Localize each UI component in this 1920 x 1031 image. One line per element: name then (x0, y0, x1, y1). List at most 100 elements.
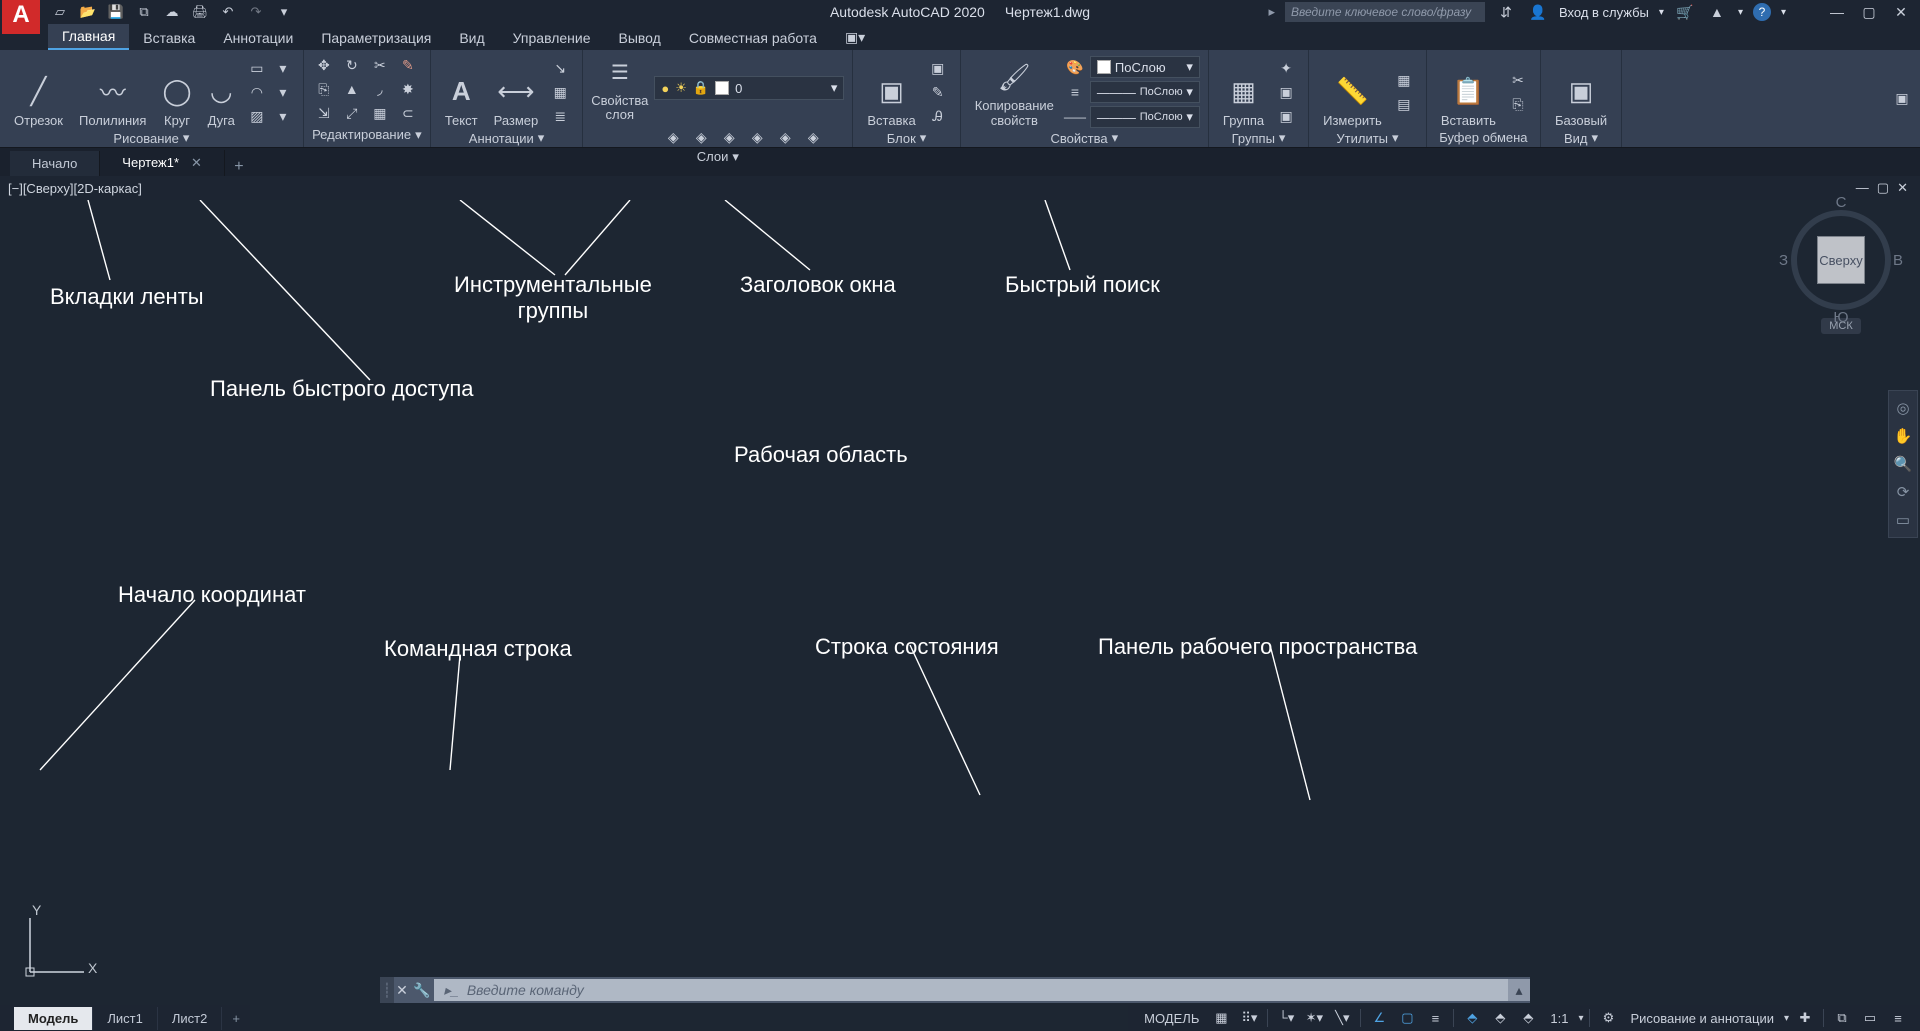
array-icon[interactable]: ▦ (368, 102, 392, 124)
panel-props-label[interactable]: Свойства (1050, 131, 1107, 146)
cmd-grip-icon[interactable]: ┊ (380, 977, 394, 1003)
vp-restore-icon[interactable]: ▢ (1877, 180, 1889, 196)
vp-close-icon[interactable]: ✕ (1897, 180, 1908, 196)
group-edit-icon[interactable]: ▣ (1274, 81, 1298, 103)
panel-modify-label[interactable]: Редактирование (312, 127, 411, 142)
paste-button[interactable]: 📋Вставить (1435, 54, 1502, 130)
expand-icon[interactable]: ▾ (1592, 130, 1599, 146)
tab-home[interactable]: Главная (48, 24, 129, 50)
dim-button[interactable]: ⟷Размер (488, 54, 545, 130)
tab-close-icon[interactable]: ✕ (191, 155, 202, 170)
cut-icon[interactable]: ✂ (1506, 69, 1530, 91)
qat-dropdown-icon[interactable]: ▾ (274, 2, 294, 22)
trim-icon[interactable]: ✂ (368, 54, 392, 76)
ungroup-icon[interactable]: ✦ (1274, 57, 1298, 79)
viewcube-w[interactable]: З (1779, 252, 1788, 269)
d1-dropdown[interactable]: ▾ (271, 57, 295, 79)
stretch-icon[interactable]: ⇲ (312, 102, 336, 124)
layer-tool-icon[interactable]: ◈ (773, 127, 797, 149)
group-select-icon[interactable]: ▣ (1274, 105, 1298, 127)
minimize-icon[interactable]: — (1826, 1, 1848, 23)
tab-view[interactable]: Вид (445, 26, 498, 50)
circle-button[interactable]: ◯Круг (156, 54, 197, 130)
ortho-icon[interactable]: └▾ (1274, 1007, 1298, 1029)
panel-annotate-label[interactable]: Аннотации (469, 131, 534, 146)
open-icon[interactable]: 📂 (78, 2, 98, 22)
group-button[interactable]: ▦Группа (1217, 54, 1270, 130)
copy-clip-icon[interactable]: ⎘ (1506, 93, 1530, 115)
viewport-label[interactable]: [−][Сверху][2D-каркас] (8, 181, 142, 196)
app-store-icon[interactable]: ▲ (1706, 1, 1728, 23)
panel-groups-label[interactable]: Группы (1232, 131, 1275, 146)
user-icon[interactable]: 👤 (1527, 1, 1549, 23)
connect-icon[interactable]: ⇵ (1495, 1, 1517, 23)
color-dropdown[interactable]: ПоСлою▾ (1090, 56, 1200, 78)
tab-featured-icon[interactable]: ▣▾ (831, 25, 879, 50)
annovisibility-icon[interactable]: ⬘ (1488, 1007, 1512, 1029)
erase-icon[interactable]: ✎ (396, 54, 420, 76)
expand-icon[interactable]: ▾ (183, 130, 190, 146)
mtext-icon[interactable]: ≣ (548, 105, 572, 127)
layer-tool-icon[interactable]: ◈ (801, 127, 825, 149)
line-button[interactable]: ╱Отрезок (8, 54, 69, 130)
annoscale-icon[interactable]: ⬘ (1460, 1007, 1484, 1029)
layout-add-button[interactable]: + (222, 1007, 250, 1030)
cart-icon[interactable]: 🛒 (1674, 1, 1696, 23)
cmd-wrench-icon[interactable]: 🔧 (410, 982, 434, 999)
saveas-icon[interactable]: ⧉ (134, 2, 154, 22)
explode-icon[interactable]: ✸ (396, 78, 420, 100)
search-input[interactable]: Введите ключевое слово/фразу (1285, 2, 1485, 22)
mirror-icon[interactable]: ▲ (340, 78, 364, 100)
cmd-close-icon[interactable]: ✕ (394, 982, 410, 999)
file-tab-current[interactable]: Чертеж1*✕ (100, 150, 225, 176)
zoom-icon[interactable]: 🔍 (1892, 453, 1914, 475)
grid-icon[interactable]: ▦ (1209, 1007, 1233, 1029)
layout-tab-model[interactable]: Модель (14, 1007, 93, 1030)
drawing-area[interactable]: С З В Ю Сверху МСК ◎ ✋ 🔍 ⟳ ▭ Y X (0, 200, 1920, 1031)
tab-annotate[interactable]: Аннотации (209, 26, 307, 50)
expand-icon[interactable]: ▾ (1279, 130, 1286, 146)
leader-icon[interactable]: ↘ (548, 57, 572, 79)
sb-workspace[interactable]: Рисование и аннотации (1624, 1011, 1780, 1026)
measure-button[interactable]: 📏Измерить (1317, 54, 1388, 130)
attr-icon[interactable]: Ꭿ (926, 105, 950, 127)
wheel-icon[interactable]: ◎ (1892, 397, 1914, 419)
gear-icon[interactable]: ⚙ (1596, 1007, 1620, 1029)
viewcube-e[interactable]: В (1893, 252, 1903, 269)
text-button[interactable]: AТекст (439, 54, 484, 130)
cmd-history-icon[interactable]: ▴ (1508, 979, 1530, 1001)
lineweight-icon[interactable]: ≡ (1064, 81, 1086, 103)
undo-icon[interactable]: ↶ (218, 2, 238, 22)
d3-dropdown[interactable]: ▾ (271, 105, 295, 127)
plot-icon[interactable]: 🖨 (190, 2, 210, 22)
polyline-button[interactable]: 〰Полилиния (73, 54, 152, 130)
table-icon[interactable]: ▦ (548, 81, 572, 103)
app-menu-button[interactable]: A (2, 0, 40, 34)
select-icon[interactable]: ▦ (1392, 69, 1416, 91)
linetype-icon[interactable]: ⸺ (1064, 106, 1086, 128)
new-tab-button[interactable]: + (225, 158, 253, 176)
layer-tool-icon[interactable]: ◈ (661, 127, 685, 149)
move-icon[interactable]: ✥ (312, 54, 336, 76)
isolate-icon[interactable]: ▭ (1858, 1007, 1882, 1029)
maximize-icon[interactable]: ▢ (1858, 1, 1880, 23)
create-block-icon[interactable]: ▣ (926, 57, 950, 79)
panel-utils-label[interactable]: Утилиты (1336, 131, 1388, 146)
tab-collab[interactable]: Совместная работа (675, 26, 831, 50)
expand-icon[interactable]: ▾ (1392, 130, 1399, 146)
vp-minimize-icon[interactable]: — (1856, 180, 1869, 196)
hardware-icon[interactable]: ⧉ (1830, 1007, 1854, 1029)
ellipse-icon[interactable]: ◠ (245, 81, 269, 103)
pan-icon[interactable]: ✋ (1892, 425, 1914, 447)
file-tab-start[interactable]: Начало (10, 151, 100, 176)
layer-tool-icon[interactable]: ◈ (745, 127, 769, 149)
expand-icon[interactable]: ▾ (538, 130, 545, 146)
redo-icon[interactable]: ↷ (246, 2, 266, 22)
polar-icon[interactable]: ✶▾ (1302, 1007, 1326, 1029)
d2-dropdown[interactable]: ▾ (271, 81, 295, 103)
grid-style-icon[interactable]: ⠿▾ (1237, 1007, 1261, 1029)
layer-props-button[interactable]: ☰ Свойства слоя (591, 54, 648, 123)
panel-view-label[interactable]: Вид (1564, 131, 1588, 146)
orbit-icon[interactable]: ⟳ (1892, 481, 1914, 503)
panel-block-label[interactable]: Блок (887, 131, 916, 146)
